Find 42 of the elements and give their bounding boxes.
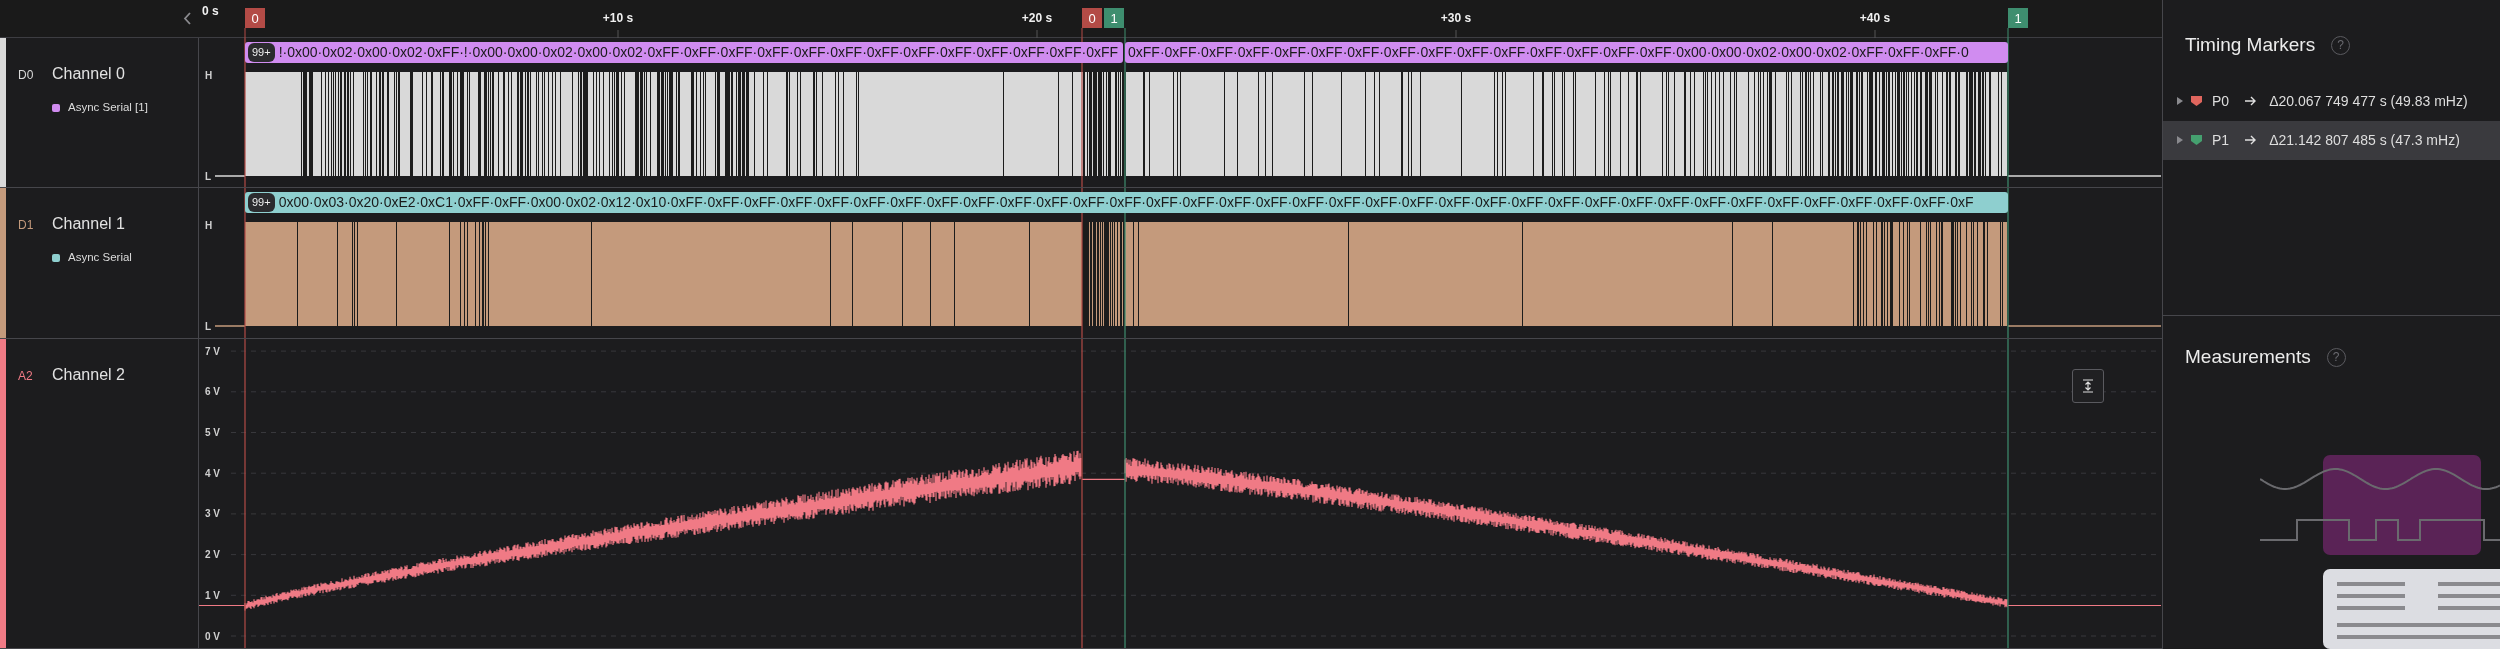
time-tick-label: +40 s	[1859, 11, 1891, 25]
channel-name: Channel 0	[52, 64, 125, 84]
decoded-bytes: 0x00·0x03·0x20·0xE2·0xC1·0xFF·0xFF·0x00·0x02·0x12·0x10·0xFF·0xFF·0xFF·0xFF·0xFF·0xFF·0xFF·0xFF·0xFF·0xFF·0xFF·0xFF·0xFF·0xFF·0xFF·0xFF·0xFF·0xFF·0xFF·0xFF·0xFF·0xFF·0xFF·0xFF·0xFF·0xFF·0xFF·0xFF·0xFF·0xFF·0xFF·0xFF·0xFF·0xFF·0xFF·0xF	[278, 193, 1974, 212]
marker-pair-label: P0	[2212, 91, 2230, 111]
channel-name: Channel 2	[52, 365, 125, 385]
protocol-data-bar[interactable]: 99+ !·0x00·0x02·0x00·0x02·0xFF·!·0x00·0x00·0x02·0x00·0x02·0xFF·0xFF·0xFF·0xFF·0xFF·0xFF·0xFF·0xFF·0xFF·0xFF·0xFF·0xFF·0xFF	[245, 42, 1123, 63]
time-origin-label: 0 s	[202, 4, 219, 18]
level-label: L	[205, 171, 212, 182]
marker-pair-row[interactable]: P0 Δ20.067 749 477 s (49.83 mHz)	[2163, 81, 2500, 121]
panel-title: Measurements	[2185, 345, 2311, 369]
count-badge: 99+	[248, 43, 275, 62]
time-tick-label: +10 s	[602, 11, 634, 25]
analyzer-name[interactable]: Async Serial	[68, 249, 132, 267]
channel-id: D0	[18, 67, 35, 84]
channel-id: A2	[18, 368, 34, 385]
voltage-label: 4 V	[205, 467, 220, 479]
count-badge: 99+	[248, 193, 275, 212]
marker-delta: Δ20.067 749 477 s (49.83 mHz)	[2269, 91, 2468, 111]
level-label: H	[205, 220, 213, 231]
voltage-label: 2 V	[205, 549, 220, 561]
marker-flag[interactable]: 0	[1082, 8, 1102, 28]
channel-id: D1	[18, 217, 35, 234]
channel-name: Channel 1	[52, 214, 125, 234]
voltage-label: 6 V	[205, 386, 220, 398]
voltage-label: 3 V	[205, 508, 220, 520]
time-tick-label: +30 s	[1440, 11, 1472, 25]
voltage-label: 5 V	[205, 427, 220, 438]
analyzer-name[interactable]: Async Serial [1]	[68, 99, 148, 117]
level-label: L	[205, 321, 212, 332]
level-label: H	[205, 70, 213, 81]
time-tick-label: +20 s	[1021, 11, 1053, 25]
panel-title: Timing Markers	[2185, 33, 2316, 57]
marker-pair-label: P1	[2212, 130, 2230, 150]
marker-delta: Δ21.142 807 485 s (47.3 mHz)	[2269, 130, 2460, 150]
marker-flag[interactable]: 0	[245, 8, 265, 28]
voltage-label: 0 V	[205, 630, 220, 642]
voltage-label: 7 V	[205, 345, 220, 357]
marker-flag[interactable]: 1	[1104, 8, 1124, 28]
decoded-bytes: !·0x00·0x02·0x00·0x02·0xFF·!·0x00·0x00·0x02·0x00·0x02·0xFF·0xFF·0xFF·0xFF·0xFF·0xFF·0xFF·0xFF·0xFF·0xFF·0xFF·0xFF·0xFF	[278, 43, 1119, 62]
marker-pair-row[interactable]: P1 Δ21.142 807 485 s (47.3 mHz)	[2163, 120, 2500, 160]
voltage-label: 1 V	[205, 589, 220, 601]
marker-flag[interactable]: 1	[2008, 8, 2028, 28]
